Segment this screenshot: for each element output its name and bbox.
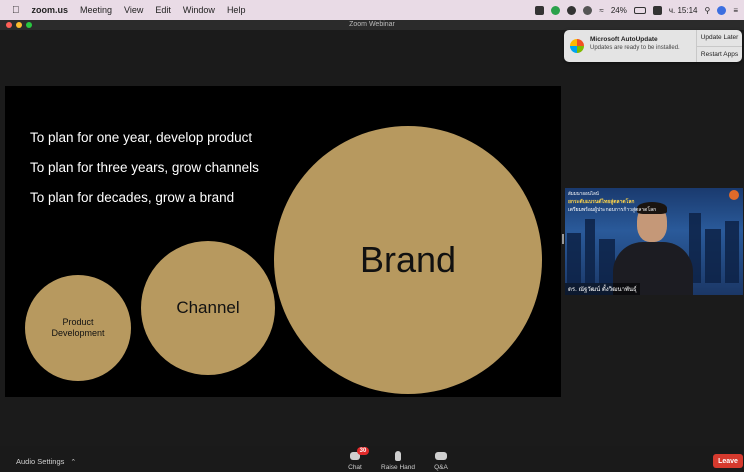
audio-settings-button[interactable]: Audio Settings ⌃ (16, 457, 76, 466)
shared-screen-slide: To plan for one year, develop product To… (5, 86, 561, 397)
notification-message: Updates are ready to be installed. (590, 45, 680, 51)
input-source-icon[interactable] (652, 5, 662, 15)
menu-help[interactable]: Help (227, 5, 246, 15)
cloud-icon[interactable] (567, 5, 577, 15)
clock[interactable]: ч. 15:14 (669, 6, 698, 15)
autoupdate-notification[interactable]: Microsoft AutoUpdate Updates are ready t… (564, 30, 742, 62)
menu-meeting[interactable]: Meeting (80, 5, 112, 15)
chevron-up-icon[interactable]: ⌃ (70, 459, 76, 466)
circle-channel: Channel (141, 241, 275, 375)
zoom-window-icon[interactable] (26, 22, 32, 28)
audio-settings-label: Audio Settings (16, 457, 65, 466)
menu-window[interactable]: Window (183, 5, 215, 15)
window-title: Zoom Webinar (349, 21, 395, 28)
restart-apps-button[interactable]: Restart Apps (697, 47, 742, 63)
chat-unread-badge: 30 (357, 447, 369, 455)
search-icon[interactable]: ⚲ (704, 6, 710, 15)
battery-icon[interactable] (633, 6, 646, 14)
close-window-icon[interactable] (6, 22, 12, 28)
app-menu[interactable]: zoom.us (32, 5, 69, 15)
chat-label: Chat (348, 464, 362, 471)
notification-title: Microsoft AutoUpdate (590, 36, 658, 43)
meeting-toolbar: Audio Settings ⌃ 30 Chat Raise Hand Q&A (0, 446, 744, 472)
panel-resize-handle[interactable] (562, 234, 564, 244)
circle-product-development: Product Development (25, 275, 131, 381)
speaker-video-tile[interactable]: สัมมนาออนไลน์ ยกระดับแบรนด์ไทยสู่ตลาดโลก… (565, 188, 743, 295)
circle-brand: Brand (274, 126, 542, 394)
menu-edit[interactable]: Edit (155, 5, 171, 15)
qa-button[interactable]: Q&A (421, 448, 461, 472)
control-center-icon[interactable]: ≡ (733, 6, 738, 15)
apple-menu-icon[interactable]:  (12, 5, 20, 16)
slide-line-2: To plan for three years, grow channels (30, 160, 259, 175)
wifi-icon[interactable]: ≈ (599, 6, 603, 15)
video-banner-line-3: เตรียมพร้อมผู้ประกอบการก้าวสู่ตลาดโลก (568, 207, 657, 213)
video-banner-line-1: สัมมนาออนไลน์ (568, 191, 599, 196)
microsoft-autoupdate-icon (570, 39, 584, 53)
line-icon[interactable] (551, 5, 561, 15)
slide-line-1: To plan for one year, develop product (30, 130, 253, 145)
menubar-status-area: ≈ 24% ч. 15:14 ⚲ ≡ (535, 0, 738, 20)
raise-hand-icon (395, 451, 401, 461)
menu-view[interactable]: View (124, 5, 143, 15)
raise-hand-button[interactable]: Raise Hand (378, 448, 418, 472)
chat-button[interactable]: 30 Chat (335, 447, 375, 472)
leave-button[interactable]: Leave (713, 454, 743, 468)
participant-name: ดร. ณัฐวัฒน์ ตั้งวิฒนาพันธุ์ (565, 283, 640, 295)
macos-menu-bar:  zoom.us Meeting View Edit Window Help … (0, 0, 744, 20)
minimize-window-icon[interactable] (16, 22, 22, 28)
video-banner-line-2: ยกระดับแบรนด์ไทยสู่ตลาดโลก (568, 199, 635, 205)
siri-icon[interactable] (717, 5, 727, 15)
qa-icon (435, 452, 447, 460)
update-later-button[interactable]: Update Later (697, 30, 742, 47)
window-title-bar: Zoom Webinar (0, 20, 744, 30)
organizer-logo-icon (729, 190, 739, 200)
raise-hand-label: Raise Hand (381, 464, 415, 471)
slide-line-3: To plan for decades, grow a brand (30, 190, 235, 205)
battery-percent: 24% (610, 5, 627, 15)
settings-icon[interactable] (583, 5, 593, 15)
qa-label: Q&A (434, 464, 448, 471)
zoom-status-icon[interactable] (535, 5, 545, 15)
